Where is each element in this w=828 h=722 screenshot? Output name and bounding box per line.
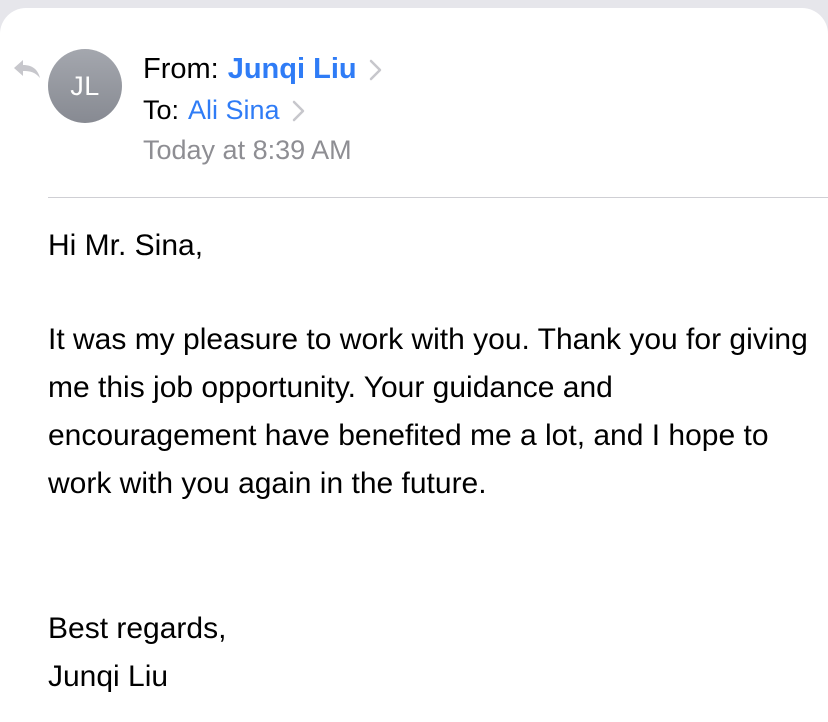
email-timestamp: Today at 8:39 AM [143,134,352,165]
email-closing: Best regards, [48,612,227,645]
email-signature: Junqi Liu [48,660,169,693]
email-message-view: JL From: Junqi Liu To: Ali Sina Today at… [0,8,828,722]
avatar-initials: JL [70,70,100,101]
sender-avatar[interactable]: JL [48,49,122,123]
email-greeting: Hi Mr. Sina, [48,229,204,262]
to-label: To: [143,94,180,125]
chevron-right-icon[interactable] [369,59,382,81]
to-recipient-link[interactable]: Ali Sina [188,95,280,126]
reply-arrow-icon[interactable] [12,58,42,80]
chevron-right-icon[interactable] [292,100,305,122]
from-label: From: [143,52,219,85]
to-row: To: Ali Sina [143,92,305,128]
from-sender-link[interactable]: Junqi Liu [228,53,357,86]
from-row: From: Junqi Liu [143,51,382,87]
email-body-paragraph: It was my pleasure to work with you. Tha… [48,323,808,500]
header-divider [48,197,828,198]
date-row: Today at 8:39 AM [143,132,352,168]
